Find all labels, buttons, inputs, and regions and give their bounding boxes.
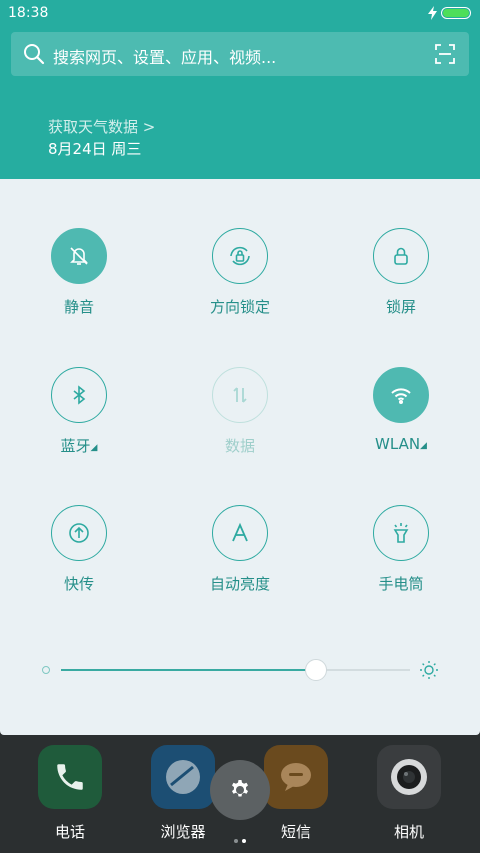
phone-icon (38, 745, 102, 809)
search-bar[interactable]: 搜索网页、设置、应用、视频... (11, 32, 469, 76)
app-camera[interactable]: 相机 (359, 735, 459, 842)
bell-off-icon (51, 228, 107, 284)
expand-arrow-icon: ◢ (90, 443, 98, 453)
bluetooth-icon (51, 367, 107, 423)
toggle-label: 快传 (63, 575, 94, 593)
status-bar: 18:38 (0, 0, 480, 28)
page-indicator (232, 828, 248, 847)
app-label: 相机 (393, 823, 424, 841)
weather-link[interactable]: 获取天气数据 > (48, 116, 155, 137)
brightness-high-icon (420, 661, 438, 679)
toggle-bluetooth[interactable]: 蓝牙◢ (19, 367, 139, 456)
page-dot (234, 839, 238, 843)
brightness-low-icon (42, 666, 50, 674)
auto-brightness-icon (212, 505, 268, 561)
app-label: 电话 (54, 823, 85, 841)
toggle-quick-transfer[interactable]: 快传 (19, 505, 139, 594)
app-label: 短信 (280, 823, 311, 841)
toggle-flashlight[interactable]: 手电筒 (341, 505, 461, 594)
toggle-label: 手电筒 (378, 575, 424, 593)
search-input[interactable]: 搜索网页、设置、应用、视频... (53, 44, 276, 68)
toggle-label: 蓝牙◢ (60, 437, 98, 455)
toggle-label: 自动亮度 (209, 575, 270, 593)
brightness-slider-fill (61, 669, 316, 671)
mobile-data-icon (212, 367, 268, 423)
rotation-lock-icon (212, 228, 268, 284)
toggle-auto-brightness[interactable]: 自动亮度 (180, 505, 300, 594)
lock-icon (373, 228, 429, 284)
charging-icon (428, 6, 437, 20)
toggle-silent[interactable]: 静音 (19, 228, 139, 317)
settings-button[interactable] (210, 760, 270, 820)
app-phone[interactable]: 电话 (20, 735, 120, 842)
expand-arrow-icon: ◢ (420, 441, 427, 451)
toggle-rotation-lock[interactable]: 方向锁定 (180, 228, 300, 317)
toggle-label: 数据 (224, 437, 255, 455)
browser-icon (151, 745, 215, 809)
toggle-wlan[interactable]: WLAN◢ (341, 367, 461, 453)
toggle-label: WLAN◢ (375, 435, 427, 453)
message-icon (264, 745, 328, 809)
wifi-icon (373, 367, 429, 423)
toggle-mobile-data[interactable]: 数据 (180, 367, 300, 456)
gear-icon (232, 780, 248, 797)
toggle-lock-screen[interactable]: 锁屏 (341, 228, 461, 317)
toggle-label: 锁屏 (385, 298, 416, 316)
scan-icon[interactable] (435, 44, 455, 64)
app-label: 浏览器 (160, 823, 206, 841)
toggle-label: 静音 (63, 298, 94, 316)
flashlight-icon (373, 505, 429, 561)
status-time: 18:38 (8, 5, 49, 21)
search-icon (24, 44, 45, 65)
brightness-slider[interactable] (61, 669, 410, 671)
date-label: 8月24日 周三 (48, 140, 142, 158)
transfer-icon (51, 505, 107, 561)
page-dot-active (242, 839, 246, 843)
camera-icon (377, 745, 441, 809)
toggle-label: 方向锁定 (209, 298, 270, 316)
battery-icon (441, 7, 471, 19)
brightness-slider-thumb[interactable] (304, 659, 327, 681)
